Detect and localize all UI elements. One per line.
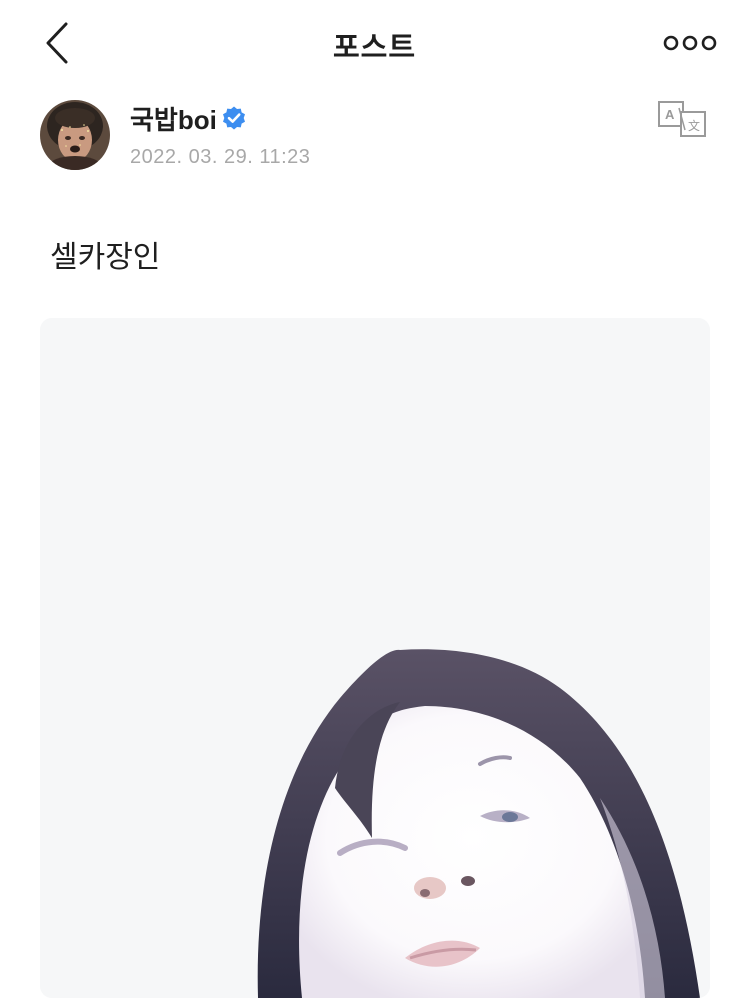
avatar-image [40, 100, 110, 170]
author-name-row: 국밥boi [130, 100, 247, 136]
verified-badge-icon [222, 106, 245, 130]
avatar[interactable] [40, 100, 110, 170]
post-image[interactable] [40, 318, 710, 998]
svg-text:A: A [665, 107, 675, 122]
author-name[interactable]: 국밥boi [130, 100, 217, 137]
svg-text:文: 文 [688, 118, 700, 133]
more-options-button[interactable] [662, 30, 718, 56]
page-title: 포스트 [332, 32, 417, 64]
selfie-photo [40, 318, 710, 998]
more-horizontal-icon [663, 35, 717, 51]
translate-button[interactable]: A 文 [657, 100, 709, 138]
post-timestamp: 2022. 03. 29. 11:23 [130, 146, 311, 168]
translate-icon: A 文 [658, 101, 706, 137]
post-text: 셀카장인 [50, 241, 161, 274]
post-author: 국밥boi 2022. 03. 29. 11:23 A 文 [40, 100, 720, 180]
top-bar: 포스트 [0, 0, 749, 86]
